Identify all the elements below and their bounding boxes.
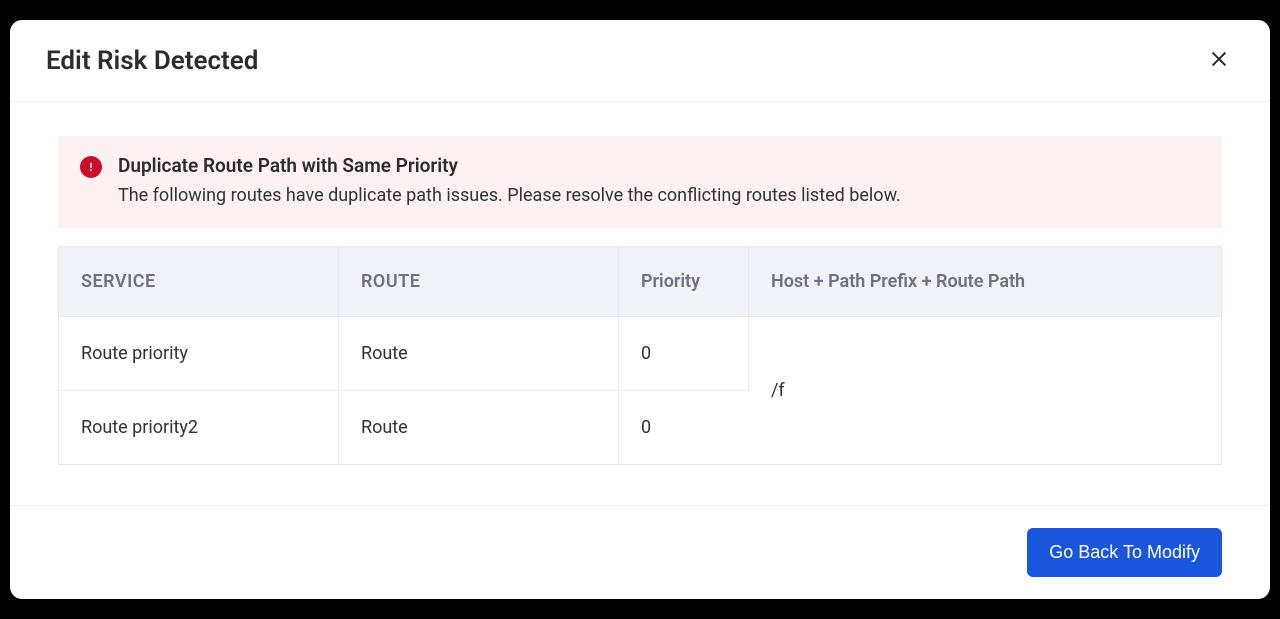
cell-service: Route priority2: [59, 390, 339, 464]
alert-message: The following routes have duplicate path…: [118, 183, 1200, 209]
cell-service: Route priority: [59, 316, 339, 390]
close-button[interactable]: [1204, 44, 1234, 77]
cell-route: Route: [339, 316, 619, 390]
cell-priority: 0: [619, 390, 749, 464]
col-header-service: SERVICE: [59, 246, 339, 316]
cell-route: Route: [339, 390, 619, 464]
alert-title: Duplicate Route Path with Same Priority: [118, 154, 1200, 177]
dialog-footer: Go Back To Modify: [10, 505, 1270, 599]
cell-priority: 0: [619, 316, 749, 390]
col-header-hostpath: Host + Path Prefix + Route Path: [749, 246, 1222, 316]
cell-hostpath-merged: /f: [749, 316, 1222, 464]
edit-risk-dialog: Edit Risk Detected Duplicate Route Path …: [10, 20, 1270, 598]
table-row: Route priority Route 0 /f: [59, 316, 1222, 390]
go-back-button[interactable]: Go Back To Modify: [1027, 528, 1222, 577]
alert-error-icon: [80, 156, 102, 178]
col-header-route: ROUTE: [339, 246, 619, 316]
dialog-title: Edit Risk Detected: [46, 46, 258, 76]
conflict-table: SERVICE ROUTE Priority Host + Path Prefi…: [58, 246, 1222, 465]
table-header-row: SERVICE ROUTE Priority Host + Path Prefi…: [59, 246, 1222, 316]
col-header-priority: Priority: [619, 246, 749, 316]
alert-banner: Duplicate Route Path with Same Priority …: [58, 136, 1222, 227]
close-icon: [1208, 48, 1230, 73]
alert-content: Duplicate Route Path with Same Priority …: [118, 154, 1200, 209]
dialog-header: Edit Risk Detected: [10, 20, 1270, 102]
dialog-body: Duplicate Route Path with Same Priority …: [10, 102, 1270, 504]
